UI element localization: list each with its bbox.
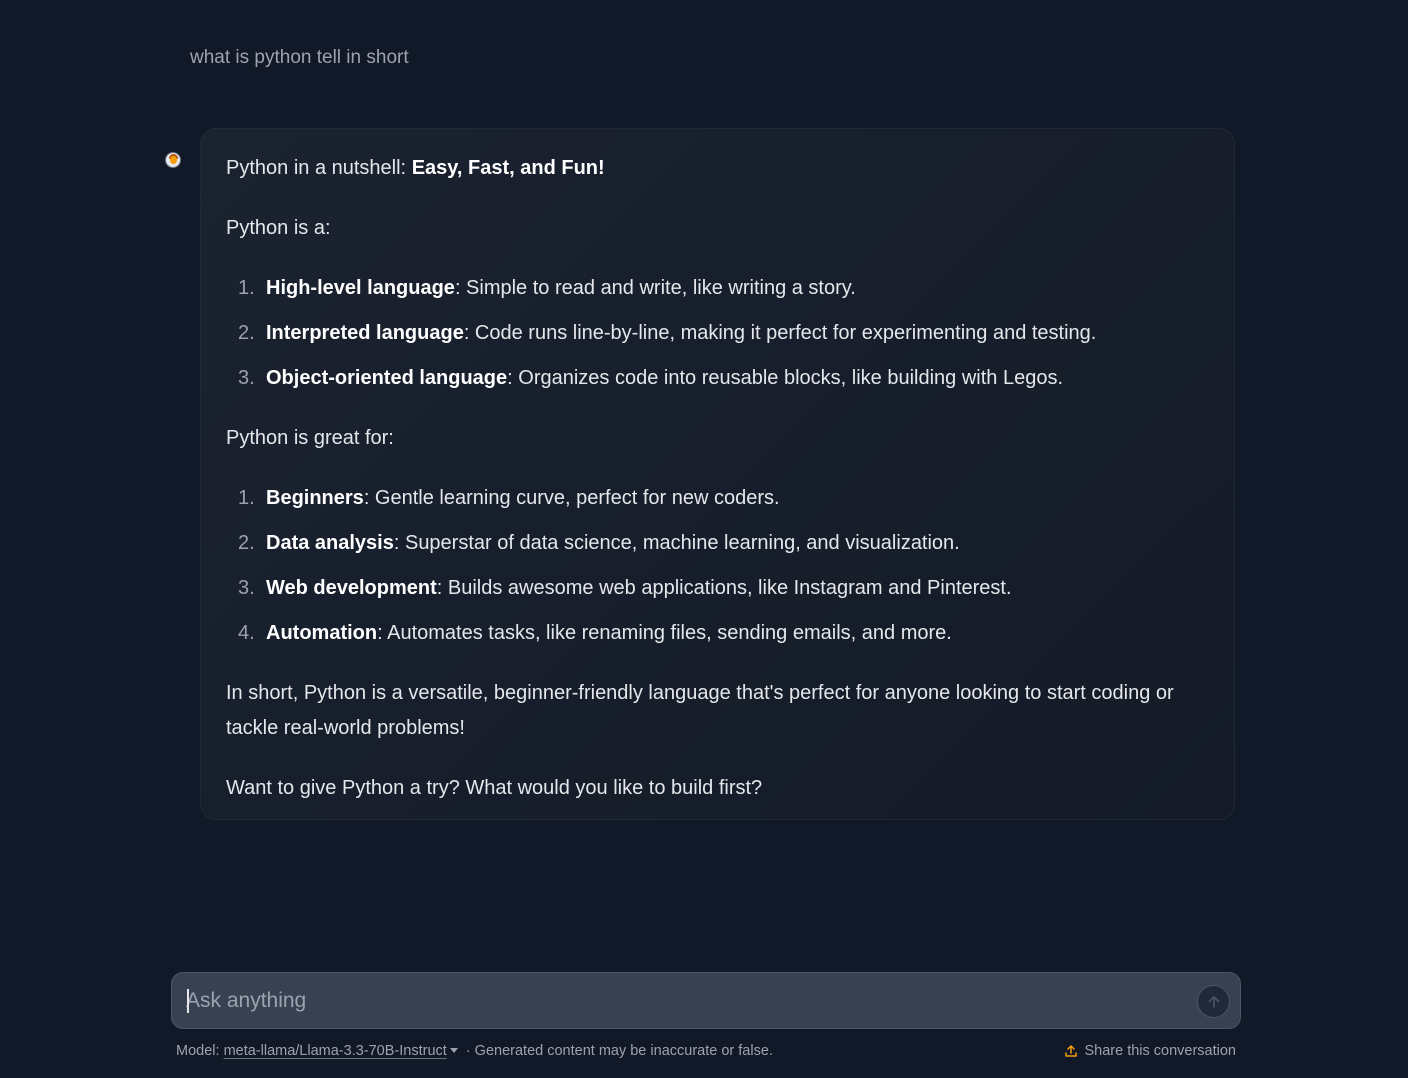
list-python-is: 1. High-level language: Simple to read a…: [226, 271, 1209, 396]
list-item-title: Data analysis: [266, 532, 394, 554]
list-item: 2. Interpreted language: Code runs line-…: [226, 316, 1209, 351]
list-number: 2.: [238, 322, 255, 344]
list-item: 2. Data analysis: Superstar of data scie…: [226, 526, 1209, 561]
model-prefix: Model:: [176, 1043, 224, 1059]
section1-heading: Python is a:: [226, 217, 331, 239]
list-item-title: Web development: [266, 577, 437, 599]
list-great-for: 1. Beginners: Gentle learning curve, per…: [226, 481, 1209, 651]
ask-input[interactable]: [186, 973, 1186, 1028]
list-item: 3. Object-oriented language: Organizes c…: [226, 361, 1209, 396]
list-number: 3.: [238, 367, 255, 389]
list-item-text: : Code runs line-by-line, making it perf…: [463, 322, 1097, 344]
model-info: Model: meta-llama/Llama-3.3-70B-Instruct…: [176, 1040, 773, 1062]
list-item-title: Automation: [266, 622, 378, 644]
list-item-text: : Simple to read and write, like writing…: [454, 277, 856, 299]
disclaimer-text: · Generated content may be inaccurate or…: [461, 1043, 773, 1059]
intro-line: Python in a nutshell: Easy, Fast, and Fu…: [226, 151, 1209, 186]
list-item-title: High-level language: [266, 277, 455, 299]
list-item-text: : Superstar of data science, machine lea…: [393, 532, 960, 554]
assistant-avatar-icon: [165, 152, 181, 168]
section2-heading: Python is great for:: [226, 427, 394, 449]
model-selector[interactable]: meta-llama/Llama-3.3-70B-Instruct: [224, 1043, 447, 1059]
list-item-title: Beginners: [266, 487, 364, 509]
list-item: 1. High-level language: Simple to read a…: [226, 271, 1209, 306]
send-button[interactable]: [1197, 985, 1230, 1018]
text-cursor: [187, 989, 189, 1013]
list-item-title: Interpreted language: [266, 322, 464, 344]
list-number: 4.: [238, 622, 255, 644]
share-conversation-button[interactable]: Share this conversation: [1064, 1040, 1236, 1062]
list-number: 2.: [238, 532, 255, 554]
closing-question: Want to give Python a try? What would yo…: [226, 777, 763, 799]
list-item: 4. Automation: Automates tasks, like ren…: [226, 616, 1209, 651]
list-item: 3. Web development: Builds awesome web a…: [226, 571, 1209, 606]
composer-footer: Model: meta-llama/Llama-3.3-70B-Instruct…: [176, 1040, 1236, 1062]
list-number: 1.: [238, 487, 255, 509]
share-icon: [1065, 1045, 1078, 1057]
user-message: what is python tell in short: [190, 47, 409, 68]
assistant-message: Python in a nutshell: Easy, Fast, and Fu…: [200, 128, 1235, 820]
list-item: 1. Beginners: Gentle learning curve, per…: [226, 481, 1209, 516]
summary-paragraph: In short, Python is a versatile, beginne…: [226, 682, 1174, 739]
chat-page: what is python tell in short Python in a…: [0, 0, 1408, 1078]
list-item-title: Object-oriented language: [266, 367, 508, 389]
list-item-text: : Automates tasks, like renaming files, …: [377, 622, 952, 644]
list-item-text: : Builds awesome web applications, like …: [436, 577, 1012, 599]
list-number: 1.: [238, 277, 255, 299]
list-item-text: : Gentle learning curve, perfect for new…: [363, 487, 780, 509]
model-name: meta-llama/Llama-3.3-70B-Instruct: [223, 1043, 447, 1059]
intro-bold: Easy, Fast, and Fun!: [411, 157, 605, 179]
chevron-down-icon[interactable]: [449, 1047, 458, 1053]
share-label: Share this conversation: [1084, 1043, 1236, 1059]
list-number: 3.: [238, 577, 255, 599]
composer: [171, 972, 1241, 1029]
intro-plain: Python in a nutshell:: [226, 157, 412, 179]
arrow-up-icon: [1208, 995, 1219, 1008]
list-item-text: : Organizes code into reusable blocks, l…: [507, 367, 1064, 389]
